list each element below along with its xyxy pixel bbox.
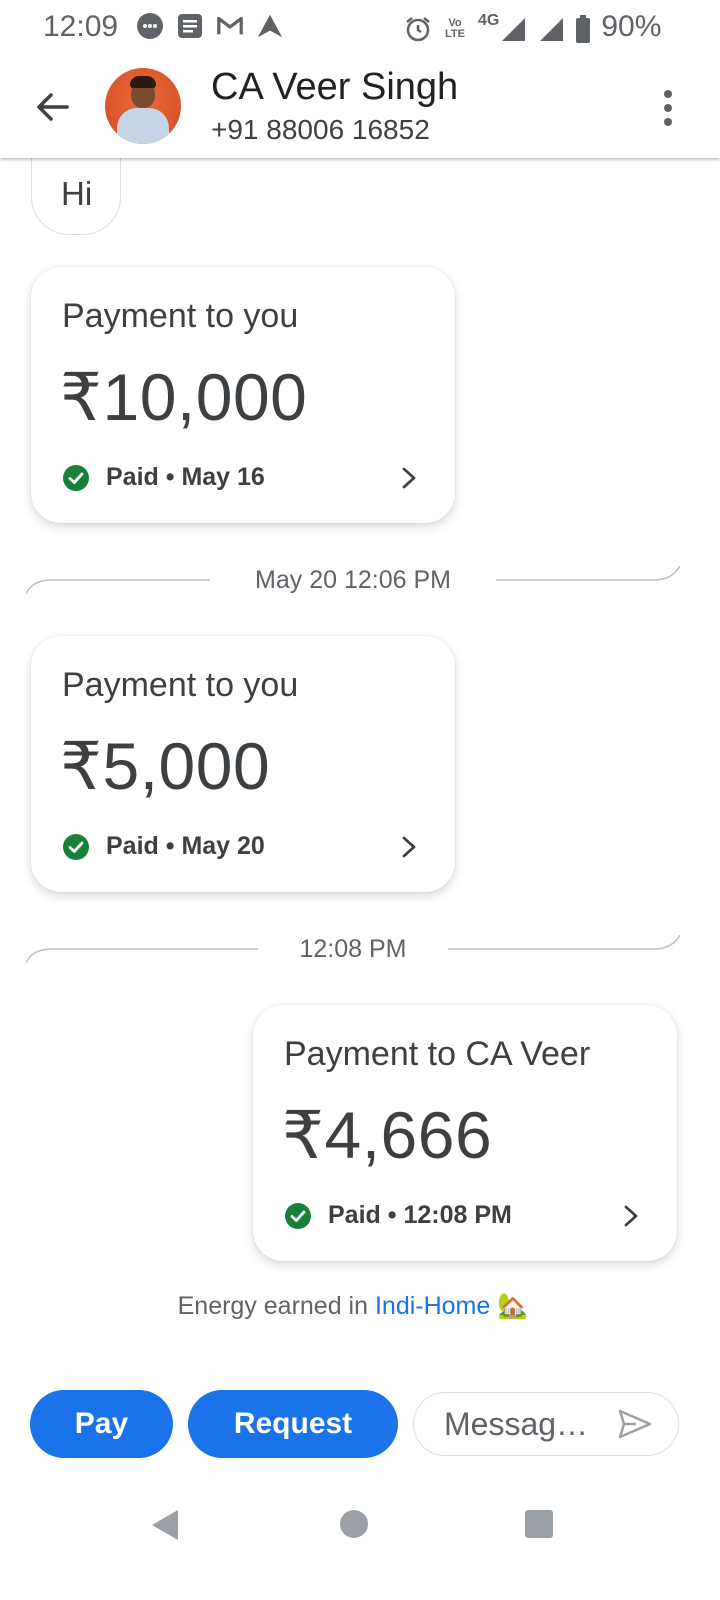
back-button[interactable] bbox=[30, 84, 76, 130]
date-divider-label: May 20 12:06 PM bbox=[255, 566, 451, 594]
system-nav-bar bbox=[0, 1490, 720, 1600]
payment-card[interactable]: Payment to you ₹5,000 Paid • May 20 bbox=[31, 636, 455, 892]
payment-amount: ₹10,000 bbox=[60, 360, 308, 434]
pay-button[interactable]: Pay bbox=[30, 1390, 173, 1458]
request-button[interactable]: Request bbox=[188, 1390, 398, 1458]
payment-card[interactable]: Payment to CA Veer ₹4,666 Paid • 12:08 P… bbox=[253, 1005, 677, 1261]
time-divider: 12:08 PM bbox=[26, 935, 680, 965]
network-type: 4G bbox=[478, 12, 500, 29]
battery-icon bbox=[575, 15, 591, 43]
system-icons: Vo LTE 4G 90% bbox=[404, 10, 662, 46]
more-vert-icon bbox=[664, 90, 672, 126]
send-button[interactable] bbox=[618, 1409, 652, 1439]
chevron-right-icon bbox=[624, 1205, 638, 1227]
payment-status: Paid • May 16 bbox=[62, 463, 265, 492]
energy-note: Energy earned in Indi-Home 🏡 bbox=[0, 1292, 706, 1321]
check-circle-icon bbox=[285, 1202, 311, 1229]
message-bubble[interactable]: Hi bbox=[31, 157, 121, 235]
signal-icon bbox=[537, 15, 565, 43]
contact-phone: +91 88006 16852 bbox=[211, 114, 430, 145]
chat-bubble-icon bbox=[136, 12, 164, 40]
payment-amount: ₹5,000 bbox=[60, 729, 271, 803]
avatar-hair bbox=[130, 76, 156, 88]
nav-recents-button[interactable] bbox=[525, 1510, 553, 1538]
gmail-icon bbox=[216, 12, 244, 40]
check-circle-icon bbox=[63, 464, 89, 491]
message-field[interactable] bbox=[413, 1392, 679, 1456]
alarm-icon bbox=[404, 15, 432, 43]
message-input[interactable] bbox=[442, 1403, 616, 1445]
payment-card[interactable]: Payment to you ₹10,000 Paid • May 16 bbox=[31, 267, 455, 523]
payment-status-text: Paid • May 20 bbox=[106, 832, 265, 860]
energy-prefix: Energy earned in bbox=[177, 1292, 369, 1320]
contact-name[interactable]: CA Veer Singh bbox=[211, 66, 458, 109]
chevron-right-icon bbox=[402, 467, 416, 489]
triangle-back-icon bbox=[152, 1510, 178, 1540]
nav-back-button[interactable] bbox=[150, 1508, 180, 1542]
more-options-button[interactable] bbox=[656, 88, 680, 128]
arrow-left-icon bbox=[37, 93, 69, 121]
nav-home-button[interactable] bbox=[340, 1510, 368, 1538]
message-icon bbox=[176, 12, 204, 40]
payment-title: Payment to CA Veer bbox=[284, 1035, 591, 1073]
payment-amount: ₹4,666 bbox=[282, 1098, 493, 1172]
avatar[interactable] bbox=[105, 68, 181, 144]
indi-home-link[interactable]: Indi-Home bbox=[375, 1292, 490, 1320]
check-circle-icon bbox=[63, 833, 89, 860]
chevron-right-icon bbox=[402, 836, 416, 858]
payment-status: Paid • May 20 bbox=[62, 832, 265, 861]
conversation-header: CA Veer Singh +91 88006 16852 bbox=[0, 54, 720, 158]
date-divider: May 20 12:06 PM bbox=[26, 566, 680, 596]
message-text: Hi bbox=[61, 175, 93, 212]
payment-status: Paid • 12:08 PM bbox=[284, 1201, 512, 1230]
signal-icon bbox=[499, 15, 527, 43]
volte-indicator: Vo LTE bbox=[445, 17, 465, 40]
payment-title: Payment to you bbox=[62, 297, 299, 335]
send-icon bbox=[618, 1409, 652, 1439]
navigation-icon bbox=[256, 12, 284, 40]
time-divider-label: 12:08 PM bbox=[299, 935, 407, 963]
status-time: 12:09 bbox=[43, 10, 119, 43]
payment-status-text: Paid • 12:08 PM bbox=[328, 1201, 512, 1229]
payment-title: Payment to you bbox=[62, 666, 299, 704]
status-bar: 12:09 Vo LTE 4G 90% bbox=[0, 0, 720, 54]
payment-status-text: Paid • May 16 bbox=[106, 463, 265, 491]
avatar-body bbox=[117, 108, 169, 144]
battery-percent: 90% bbox=[601, 10, 662, 43]
notification-icons bbox=[136, 12, 284, 40]
house-emoji-icon: 🏡 bbox=[497, 1292, 529, 1320]
